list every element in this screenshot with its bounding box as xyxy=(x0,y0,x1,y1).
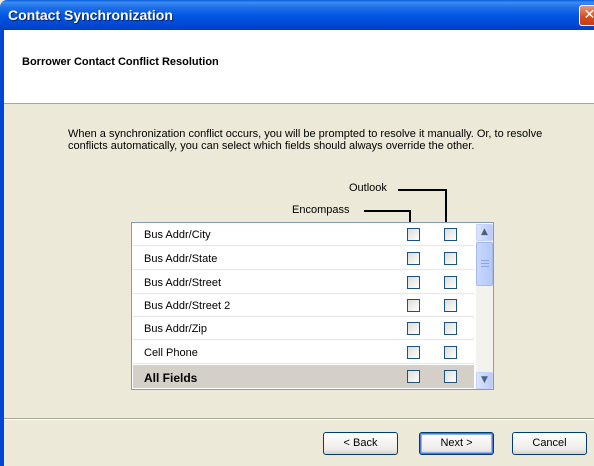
encompass-column-label: Encompass xyxy=(292,204,350,216)
outlook-leader-line xyxy=(398,189,446,191)
encompass-checkbox[interactable] xyxy=(407,299,420,312)
field-label: Bus Addr/Street xyxy=(144,277,222,289)
footer-divider-highlight xyxy=(4,419,594,420)
title-bar[interactable]: Contact Synchronization ✕ xyxy=(0,0,594,30)
all-fields-row: All Fields xyxy=(133,365,474,388)
next-button[interactable]: Next > xyxy=(419,432,494,455)
outlook-checkbox[interactable] xyxy=(444,252,457,265)
vertical-scrollbar[interactable]: ▲ ▼ xyxy=(476,224,493,389)
list-item: Cell Phone xyxy=(133,341,474,364)
outlook-checkbox[interactable] xyxy=(444,299,457,312)
cancel-button[interactable]: Cancel xyxy=(512,432,587,455)
list-item: Bus Addr/State xyxy=(133,247,474,270)
grip-line xyxy=(481,266,489,267)
list-item: Bus Addr/Street xyxy=(133,271,474,294)
all-fields-label: All Fields xyxy=(144,371,198,385)
encompass-leader-line-vertical xyxy=(409,210,411,222)
dialog-window: Contact Synchronization ✕ Borrower Conta… xyxy=(0,0,594,466)
encompass-checkbox[interactable] xyxy=(407,346,420,359)
scroll-up-button[interactable]: ▲ xyxy=(476,224,493,241)
field-label: Cell Phone xyxy=(144,347,198,359)
description-text: When a synchronization conflict occurs, … xyxy=(68,128,543,152)
field-list: Bus Addr/City Bus Addr/State Bus Addr/St… xyxy=(131,222,494,390)
encompass-all-checkbox[interactable] xyxy=(407,370,420,383)
outlook-checkbox[interactable] xyxy=(444,228,457,241)
outlook-checkbox[interactable] xyxy=(444,322,457,335)
window-title: Contact Synchronization xyxy=(8,7,173,23)
outlook-all-checkbox[interactable] xyxy=(444,370,457,383)
field-label: Bus Addr/Zip xyxy=(144,323,207,335)
outlook-checkbox[interactable] xyxy=(444,346,457,359)
field-label: Bus Addr/City xyxy=(144,229,211,241)
list-item: Bus Addr/City xyxy=(133,223,474,246)
chevron-up-icon: ▲ xyxy=(481,227,488,237)
chevron-down-icon: ▼ xyxy=(481,375,488,385)
encompass-leader-line xyxy=(364,210,411,212)
outlook-checkbox[interactable] xyxy=(444,276,457,289)
scroll-down-button[interactable]: ▼ xyxy=(476,372,493,389)
close-button[interactable]: ✕ xyxy=(579,5,594,26)
field-label: Bus Addr/State xyxy=(144,253,218,265)
close-icon: ✕ xyxy=(583,7,594,23)
outlook-leader-line-vertical xyxy=(445,189,447,222)
outlook-column-label: Outlook xyxy=(349,182,387,194)
encompass-checkbox[interactable] xyxy=(407,276,420,289)
field-label: Bus Addr/Street 2 xyxy=(144,300,231,312)
grip-line xyxy=(481,260,489,261)
back-button[interactable]: < Back xyxy=(323,432,398,455)
list-item: Bus Addr/Street 2 xyxy=(133,294,474,317)
encompass-checkbox[interactable] xyxy=(407,228,420,241)
grip-line xyxy=(481,263,489,264)
encompass-checkbox[interactable] xyxy=(407,322,420,335)
scroll-thumb[interactable] xyxy=(476,242,493,286)
encompass-checkbox[interactable] xyxy=(407,252,420,265)
page-title: Borrower Contact Conflict Resolution xyxy=(22,56,219,68)
list-item: Bus Addr/Zip xyxy=(133,317,474,340)
